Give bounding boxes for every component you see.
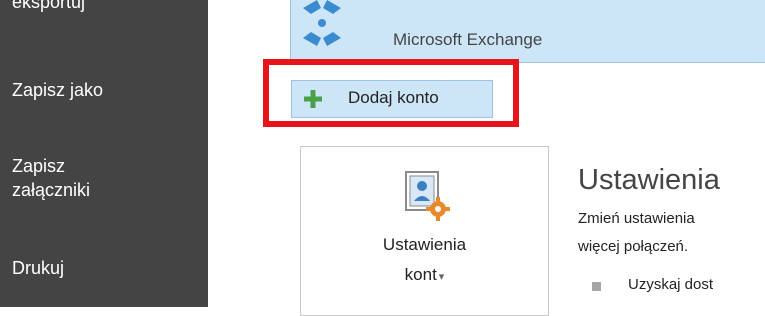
add-account-button[interactable]: Dodaj konto <box>291 80 493 118</box>
sidebar-item-save-attachments[interactable]: Zapisz załączniki <box>12 154 90 202</box>
section-title: Ustawienia <box>578 164 720 196</box>
chevron-down-icon: ▾ <box>438 271 445 283</box>
sidebar-item-save-as[interactable]: Zapisz jako <box>12 78 103 102</box>
backstage-sidebar: eksportuj Zapisz jako Zapisz załączniki … <box>0 0 208 307</box>
section-description: więcej połączeń. <box>578 238 689 255</box>
sidebar-item-label: Zapisz <box>12 156 66 176</box>
sidebar-item-print[interactable]: Drukuj <box>12 256 64 280</box>
section-description: Zmień ustawienia <box>578 210 695 227</box>
account-settings-label-line2: kont ▾ <box>301 265 548 285</box>
account-settings-label-text: kont <box>404 265 437 284</box>
account-settings-icon <box>405 171 450 221</box>
add-account-label: Dodaj konto <box>348 88 439 107</box>
bullet-icon <box>592 282 601 291</box>
sidebar-item-label: załączniki <box>12 180 91 200</box>
account-selector[interactable]: Microsoft Exchange <box>290 0 765 63</box>
plus-icon <box>304 90 322 108</box>
account-settings-button[interactable]: Ustawienia kont ▾ <box>300 146 549 316</box>
account-type-label: Microsoft Exchange <box>393 30 543 49</box>
sidebar-item-export[interactable]: eksportuj <box>12 0 85 14</box>
account-settings-label-line1: Ustawienia <box>382 235 467 254</box>
exchange-icon <box>303 0 341 46</box>
section-bullet-text: Uzyskaj dost <box>628 276 714 293</box>
